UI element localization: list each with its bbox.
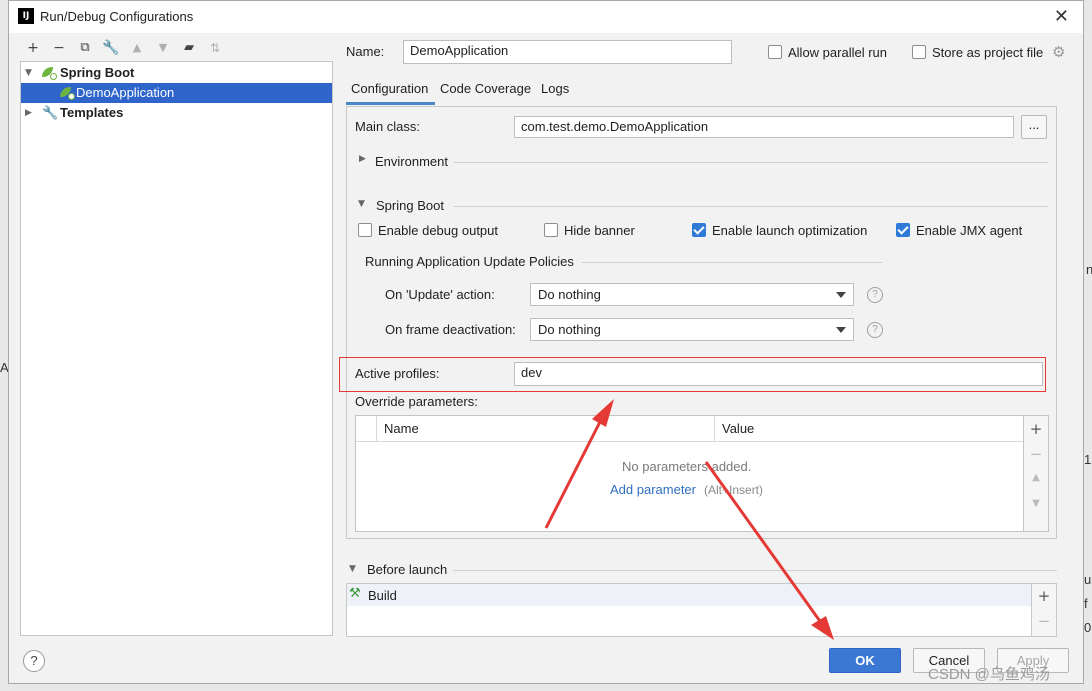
annotation-arrowhead — [592, 399, 614, 427]
annotation-arrowhead — [811, 616, 834, 640]
annotation-arrow-line — [544, 413, 606, 529]
annotation-arrow-line — [704, 461, 824, 625]
annotation-arrows — [544, 399, 834, 640]
